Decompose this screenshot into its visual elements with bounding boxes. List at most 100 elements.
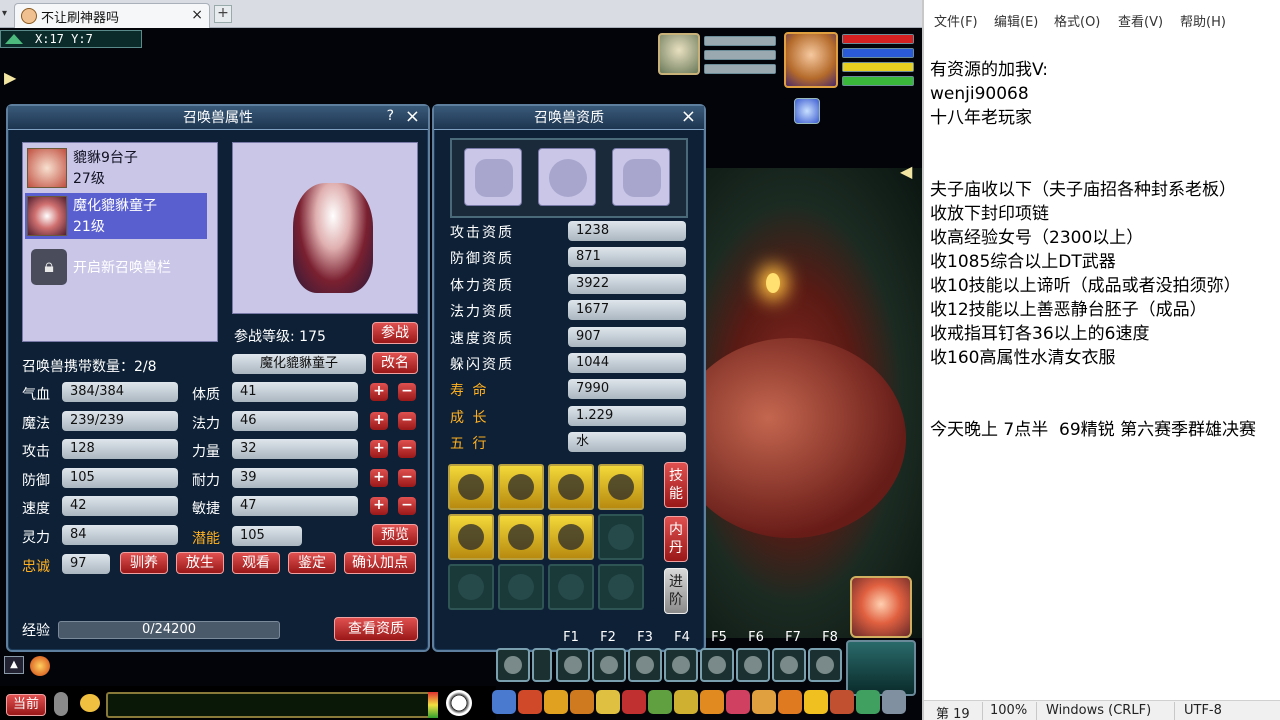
rename-button[interactable]: 改名 <box>372 352 418 374</box>
fox-icon[interactable] <box>30 656 50 676</box>
stat-label: 敏捷 <box>192 501 220 518</box>
pet-skill-icon[interactable] <box>448 464 494 510</box>
hotbar-slot[interactable] <box>700 648 734 682</box>
plus-button[interactable]: + <box>370 497 388 516</box>
minus-button[interactable]: − <box>398 468 416 487</box>
color-picker-icon[interactable] <box>428 692 438 718</box>
expand-left-arrow-icon[interactable]: ▶ <box>4 68 16 87</box>
chat-channel-button[interactable]: 当前 <box>6 694 46 716</box>
game-viewport[interactable]: X:17 Y:7 ▶ ◀ 召唤兽属性 ? × 貔貅9台子 27级 魔化貔貅童子 … <box>0 28 922 720</box>
menu-icon[interactable] <box>518 690 542 714</box>
hotbar-slot[interactable] <box>592 648 626 682</box>
empty-skill-slot[interactable] <box>598 514 644 560</box>
equip-slot-shell[interactable] <box>612 148 670 206</box>
menu-icon[interactable] <box>596 690 620 714</box>
help-icon[interactable]: ? <box>387 108 394 124</box>
menu-icon[interactable] <box>700 690 724 714</box>
pet-skill-icon[interactable] <box>548 464 594 510</box>
menu-icon[interactable] <box>804 690 828 714</box>
skill-glyph <box>558 474 584 500</box>
tab-menu-icon[interactable]: ▾ <box>2 8 7 19</box>
hero-status-portrait[interactable] <box>784 32 838 88</box>
new-tab-button[interactable]: + <box>214 5 232 23</box>
empty-skill-slot[interactable] <box>448 564 494 610</box>
battle-button[interactable]: 参战 <box>372 322 418 344</box>
close-icon[interactable]: × <box>405 107 420 127</box>
plus-button[interactable]: + <box>370 468 388 487</box>
pet-status-portrait[interactable] <box>658 33 700 75</box>
pet-skill-icon[interactable] <box>598 464 644 510</box>
notepad-menu-3[interactable]: 查看(V) <box>1118 11 1163 30</box>
notepad-text-area[interactable]: 有资源的加我V: wenji90068 十八年老玩家 夫子庙收以下（夫子庙招各种封系老… <box>930 58 1280 442</box>
fkey-label: F5 <box>711 630 727 645</box>
menu-icon[interactable] <box>544 690 568 714</box>
preview-button[interactable]: 预览 <box>372 524 418 546</box>
hotbar-slot[interactable] <box>496 648 530 682</box>
action-button[interactable]: 确认加点 <box>344 552 416 574</box>
expand-right-arrow-icon[interactable]: ◀ <box>900 162 912 181</box>
collapse-up-icon[interactable]: ▲ <box>4 656 24 674</box>
menu-icon[interactable] <box>752 690 776 714</box>
close-icon[interactable]: × <box>681 107 696 127</box>
advance-tab[interactable]: 进阶 <box>664 568 688 614</box>
hotbar-slot[interactable] <box>664 648 698 682</box>
menu-icon[interactable] <box>830 690 854 714</box>
minus-button[interactable]: − <box>398 440 416 459</box>
action-button[interactable]: 鉴定 <box>288 552 336 574</box>
pet-skill-icon[interactable] <box>498 514 544 560</box>
npc-portrait[interactable] <box>850 576 912 638</box>
notepad-menu-1[interactable]: 编辑(E) <box>994 11 1038 30</box>
browser-tab[interactable]: 不让刷神器吗 × <box>14 3 210 28</box>
minus-button[interactable]: − <box>398 497 416 516</box>
menu-icon[interactable] <box>726 690 750 714</box>
pet-list-item[interactable]: 貔貅9台子 27级 <box>25 145 207 191</box>
pet-skill-icon[interactable] <box>448 514 494 560</box>
tab-close-icon[interactable]: × <box>191 7 203 23</box>
pet-skill-icon[interactable] <box>498 464 544 510</box>
neidan-tab[interactable]: 内丹 <box>664 516 688 562</box>
hotbar-slot[interactable] <box>736 648 770 682</box>
hotbar-slot[interactable] <box>808 648 842 682</box>
menu-icon[interactable] <box>622 690 646 714</box>
pet-list-item-selected[interactable]: 魔化貔貅童子 21级 <box>25 193 207 239</box>
chat-input[interactable] <box>106 692 438 718</box>
plus-button[interactable]: + <box>370 411 388 430</box>
hotbar-slot[interactable] <box>628 648 662 682</box>
hotbar-slot[interactable] <box>772 648 806 682</box>
quality-label: 体力资质 <box>450 277 514 294</box>
microphone-icon[interactable] <box>54 692 68 716</box>
menu-icon[interactable] <box>648 690 672 714</box>
chat-bubble-icon[interactable] <box>80 694 100 712</box>
action-button[interactable]: 驯养 <box>120 552 168 574</box>
empty-skill-slot[interactable] <box>498 564 544 610</box>
action-button[interactable]: 观看 <box>232 552 280 574</box>
menu-icon[interactable] <box>882 690 906 714</box>
action-button[interactable]: 放生 <box>176 552 224 574</box>
empty-skill-slot[interactable] <box>598 564 644 610</box>
menu-icon[interactable] <box>778 690 802 714</box>
notepad-menu-2[interactable]: 格式(O) <box>1054 11 1100 30</box>
menu-icon[interactable] <box>492 690 516 714</box>
pet-name-field[interactable]: 魔化貔貅童子 <box>232 354 366 374</box>
element-orb-icon[interactable] <box>245 153 259 167</box>
buff-orb-icon[interactable] <box>794 98 820 124</box>
hotbar-slot[interactable] <box>556 648 590 682</box>
unlock-pet-slot[interactable]: 🔒︎ 开启新召唤兽栏 <box>25 243 207 289</box>
menu-icon[interactable] <box>856 690 880 714</box>
plus-button[interactable]: + <box>370 383 388 401</box>
view-quality-button[interactable]: 查看资质 <box>334 617 418 641</box>
notepad-menu-4[interactable]: 帮助(H) <box>1180 11 1226 30</box>
hotbar-toggle[interactable] <box>532 648 552 682</box>
menu-icon[interactable] <box>674 690 698 714</box>
minus-button[interactable]: − <box>398 411 416 430</box>
menu-icon[interactable] <box>570 690 594 714</box>
panda-icon[interactable] <box>446 690 472 716</box>
notepad-menu-0[interactable]: 文件(F) <box>934 11 978 30</box>
skill-tab[interactable]: 技能 <box>664 462 688 508</box>
equip-slot-collar[interactable] <box>538 148 596 206</box>
pet-skill-icon[interactable] <box>548 514 594 560</box>
empty-skill-slot[interactable] <box>548 564 594 610</box>
equip-slot-armor[interactable] <box>464 148 522 206</box>
minus-button[interactable]: − <box>398 383 416 401</box>
plus-button[interactable]: + <box>370 440 388 459</box>
